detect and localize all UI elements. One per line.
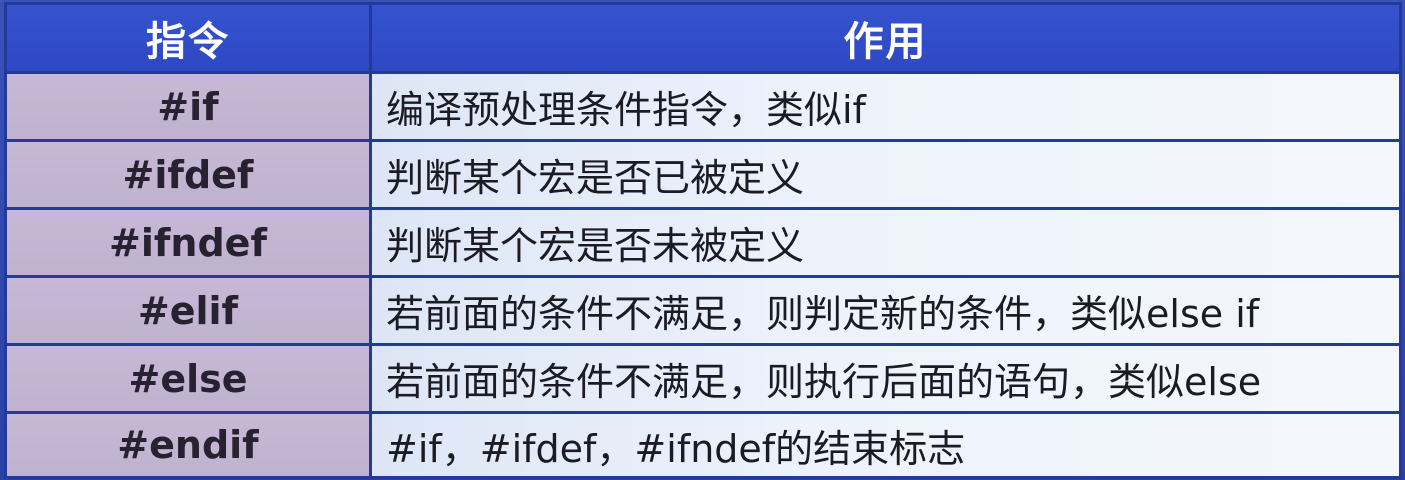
table-row: #ifndef 判断某个宏是否未被定义 — [7, 210, 1399, 278]
directive-cell: #else — [7, 346, 372, 414]
purpose-cell: 编译预处理条件指令，类似if — [372, 74, 1399, 142]
directive-cell: #ifdef — [7, 142, 372, 210]
table-row: #endif #if，#ifdef，#ifndef的结束标志 — [7, 414, 1399, 476]
directive-cell: #endif — [7, 414, 372, 476]
table-row: #ifdef 判断某个宏是否已被定义 — [7, 142, 1399, 210]
directive-cell: #ifndef — [7, 210, 372, 278]
table-row: #elif 若前面的条件不满足，则判定新的条件，类似else if — [7, 278, 1399, 346]
directive-table: 指令 作用 #if 编译预处理条件指令，类似if #ifdef 判断某个宏是否已… — [4, 2, 1402, 479]
table-row: #else 若前面的条件不满足，则执行后面的语句，类似else — [7, 346, 1399, 414]
purpose-cell: 判断某个宏是否未被定义 — [372, 210, 1399, 278]
header-purpose: 作用 — [372, 5, 1399, 74]
slide-background: 指令 作用 #if 编译预处理条件指令，类似if #ifdef 判断某个宏是否已… — [0, 0, 1405, 480]
header-directive: 指令 — [7, 5, 372, 74]
table-row: #if 编译预处理条件指令，类似if — [7, 74, 1399, 142]
purpose-cell: 判断某个宏是否已被定义 — [372, 142, 1399, 210]
purpose-cell: #if，#ifdef，#ifndef的结束标志 — [372, 414, 1399, 476]
table-header-row: 指令 作用 — [7, 5, 1399, 74]
purpose-cell: 若前面的条件不满足，则执行后面的语句，类似else — [372, 346, 1399, 414]
directive-cell: #if — [7, 74, 372, 142]
purpose-cell: 若前面的条件不满足，则判定新的条件，类似else if — [372, 278, 1399, 346]
directive-cell: #elif — [7, 278, 372, 346]
